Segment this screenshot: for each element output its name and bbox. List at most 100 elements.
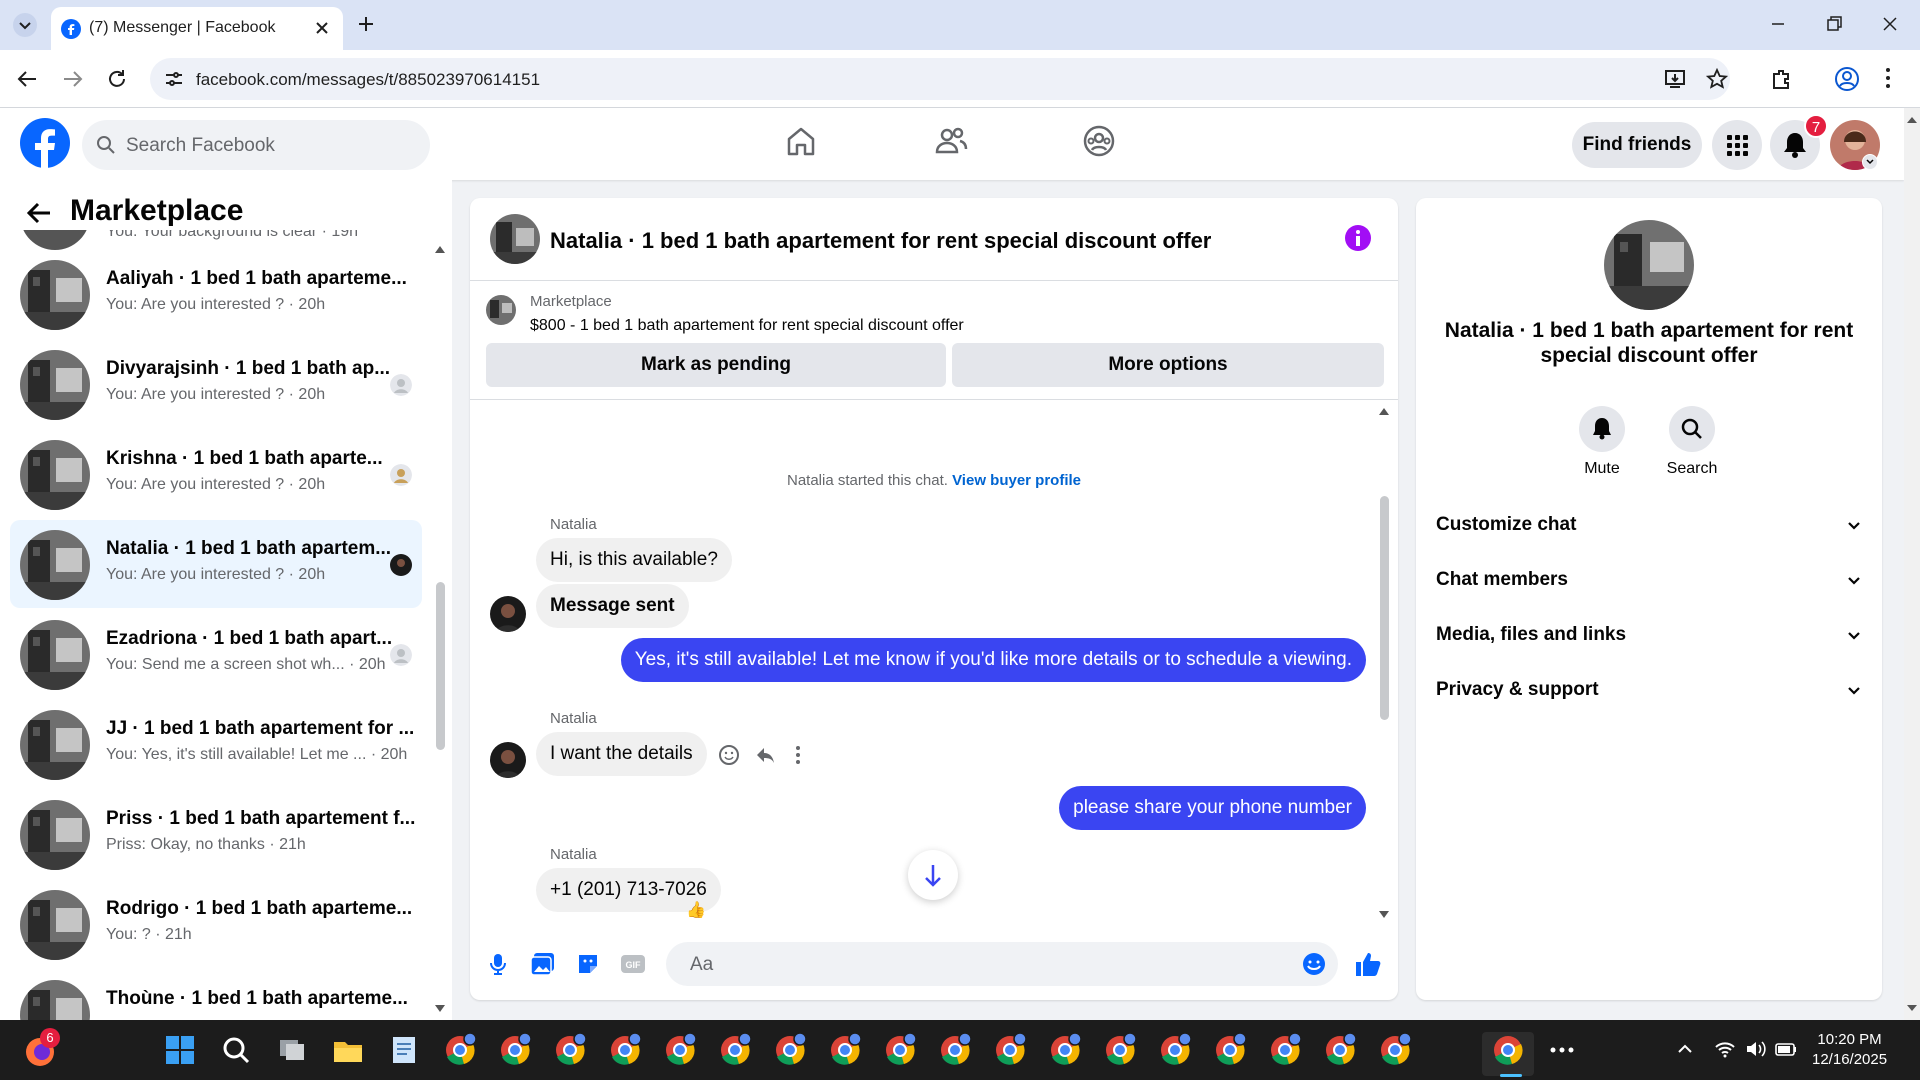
active-tab[interactable]: (7) Messenger | Facebook <box>51 7 343 50</box>
chrome-window-icon[interactable] <box>550 1030 590 1070</box>
message-bubble[interactable]: Hi, is this available? <box>536 538 732 582</box>
chrome-window-icon[interactable] <box>935 1030 975 1070</box>
chrome-window-icon[interactable] <box>605 1030 645 1070</box>
conversation-item[interactable]: Rodrigo · 1 bed 1 bath aparteme... You: ?… <box>10 880 422 968</box>
tray-chevron-up-icon[interactable] <box>1676 1040 1694 1058</box>
facebook-search-input[interactable]: Search Facebook <box>82 120 430 170</box>
chrome-window-icon[interactable] <box>880 1030 920 1070</box>
forward-icon[interactable] <box>62 68 84 90</box>
address-bar[interactable]: facebook.com/messages/t/885023970614151 <box>150 58 1730 100</box>
chrome-window-icon[interactable] <box>495 1030 535 1070</box>
tab-close-icon[interactable] <box>313 19 331 37</box>
thumbs-up-reaction[interactable]: 👍 <box>686 900 706 918</box>
chrome-window-icon[interactable] <box>1045 1030 1085 1070</box>
bookmark-star-icon[interactable] <box>1706 68 1728 90</box>
minimize-icon[interactable] <box>1768 14 1788 34</box>
more-actions-icon[interactable] <box>794 744 802 766</box>
home-icon[interactable] <box>784 124 818 158</box>
react-emoji-icon[interactable] <box>718 744 740 766</box>
reload-icon[interactable] <box>106 68 128 90</box>
find-friends-button[interactable]: Find friends <box>1572 122 1702 168</box>
volume-icon[interactable] <box>1744 1038 1766 1060</box>
chrome-active-icon[interactable] <box>1488 1030 1528 1070</box>
system-clock[interactable]: 10:20 PM 12/16/2025 <box>1812 1030 1887 1070</box>
browser-menu-icon[interactable] <box>1884 66 1892 90</box>
like-thumbs-up-icon[interactable] <box>1354 950 1382 978</box>
back-arrow-icon[interactable] <box>26 200 52 226</box>
chat-title[interactable]: Natalia · 1 bed 1 bath apartement for re… <box>550 228 1211 254</box>
chat-info-icon[interactable] <box>1344 224 1372 252</box>
chrome-window-icon[interactable] <box>1155 1030 1195 1070</box>
groups-icon[interactable] <box>1082 124 1116 158</box>
conversation-item[interactable]: Krishna · 1 bed 1 bath aparte... You: Are… <box>10 430 422 518</box>
photo-icon[interactable] <box>530 952 556 976</box>
notepad-app-icon[interactable] <box>384 1030 424 1070</box>
facebook-logo-icon[interactable] <box>20 118 70 168</box>
chrome-window-icon[interactable] <box>1265 1030 1305 1070</box>
more-options-button[interactable]: More options <box>952 343 1384 387</box>
conversation-item[interactable]: Ezadriona · 1 bed 1 bath apart... You: Se… <box>10 610 422 698</box>
message-bubble-outgoing[interactable]: Yes, it's still available! Let me know i… <box>620 638 1366 682</box>
chrome-window-icon[interactable] <box>1320 1030 1360 1070</box>
sidebar-scrollbar-thumb[interactable] <box>436 582 445 750</box>
mark-pending-button[interactable]: Mark as pending <box>486 343 946 387</box>
close-window-icon[interactable] <box>1880 14 1900 34</box>
microphone-icon[interactable] <box>486 952 510 976</box>
emoji-icon[interactable] <box>1302 952 1326 976</box>
scroll-to-bottom-button[interactable] <box>908 850 958 900</box>
view-buyer-profile-link[interactable]: View buyer profile <box>952 472 1081 489</box>
back-icon[interactable] <box>16 68 38 90</box>
extensions-icon[interactable] <box>1770 68 1792 90</box>
privacy-support-section[interactable]: Privacy & support <box>1436 671 1862 711</box>
battery-icon[interactable] <box>1774 1038 1798 1060</box>
chrome-window-icon[interactable] <box>1210 1030 1250 1070</box>
task-view-icon[interactable] <box>272 1030 312 1070</box>
chrome-window-icon[interactable] <box>660 1030 700 1070</box>
message-bubble[interactable]: I want the details <box>536 732 707 776</box>
chat-members-section[interactable]: Chat members <box>1436 561 1862 601</box>
taskbar-search-icon[interactable] <box>216 1030 256 1070</box>
chrome-window-icon[interactable] <box>990 1030 1030 1070</box>
account-chevron-icon[interactable] <box>1862 154 1878 170</box>
site-info-icon[interactable] <box>164 70 184 88</box>
conversation-item[interactable]: JJ · 1 bed 1 bath apartement for ... You:… <box>10 700 422 788</box>
conversation-item[interactable]: Divyarajsinh · 1 bed 1 bath ap... You: Ar… <box>10 340 422 428</box>
chrome-window-icon[interactable] <box>825 1030 865 1070</box>
media-files-links-section[interactable]: Media, files and links <box>1436 616 1862 656</box>
conversation-item[interactable]: Aaliyah · 1 bed 1 bath aparteme... You: A… <box>10 250 422 338</box>
conversation-item[interactable]: Priss · 1 bed 1 bath apartement f... Pris… <box>10 790 422 878</box>
reply-icon[interactable] <box>754 744 776 766</box>
listing-title[interactable]: $800 - 1 bed 1 bath apartement for rent … <box>530 317 964 335</box>
customize-chat-section[interactable]: Customize chat <box>1436 506 1862 546</box>
install-app-icon[interactable] <box>1664 68 1686 90</box>
wifi-icon[interactable] <box>1714 1038 1736 1060</box>
message-input[interactable]: Aa <box>666 942 1338 986</box>
conversation-item[interactable]: Thoùne · 1 bed 1 bath aparteme... <box>10 970 422 1020</box>
thread-scrollbar-thumb[interactable] <box>1380 496 1389 720</box>
sticker-icon[interactable] <box>576 952 600 976</box>
search-action[interactable]: Search <box>1652 406 1732 478</box>
chrome-window-icon[interactable] <box>440 1030 480 1070</box>
chrome-window-icon[interactable] <box>770 1030 810 1070</box>
details-listing-photo[interactable] <box>1604 220 1694 310</box>
profile-icon[interactable] <box>1834 66 1860 92</box>
conversation-item[interactable]: Natalia · 1 bed 1 bath apartem... You: Ar… <box>10 520 422 608</box>
chrome-window-icon[interactable] <box>1100 1030 1140 1070</box>
new-tab-icon[interactable] <box>356 14 376 34</box>
mute-action[interactable]: Mute <box>1562 406 1642 478</box>
menu-button[interactable] <box>1712 120 1762 170</box>
sender-avatar[interactable] <box>490 742 526 778</box>
tab-search-icon[interactable] <box>12 12 38 38</box>
chat-listing-thumb[interactable] <box>490 214 540 264</box>
page-scrollbar[interactable] <box>1904 108 1920 1020</box>
restore-icon[interactable] <box>1824 14 1844 34</box>
windows-start-icon[interactable] <box>160 1030 200 1070</box>
friends-icon[interactable] <box>934 124 968 158</box>
message-bubble-outgoing[interactable]: please share your phone number <box>1059 786 1366 830</box>
file-explorer-icon[interactable] <box>328 1030 368 1070</box>
sender-avatar[interactable] <box>490 596 526 632</box>
chrome-window-icon[interactable] <box>715 1030 755 1070</box>
message-bubble[interactable]: Message sent <box>536 584 689 628</box>
chrome-window-icon[interactable] <box>1375 1030 1415 1070</box>
taskbar-overflow-icon[interactable] <box>1548 1038 1576 1062</box>
